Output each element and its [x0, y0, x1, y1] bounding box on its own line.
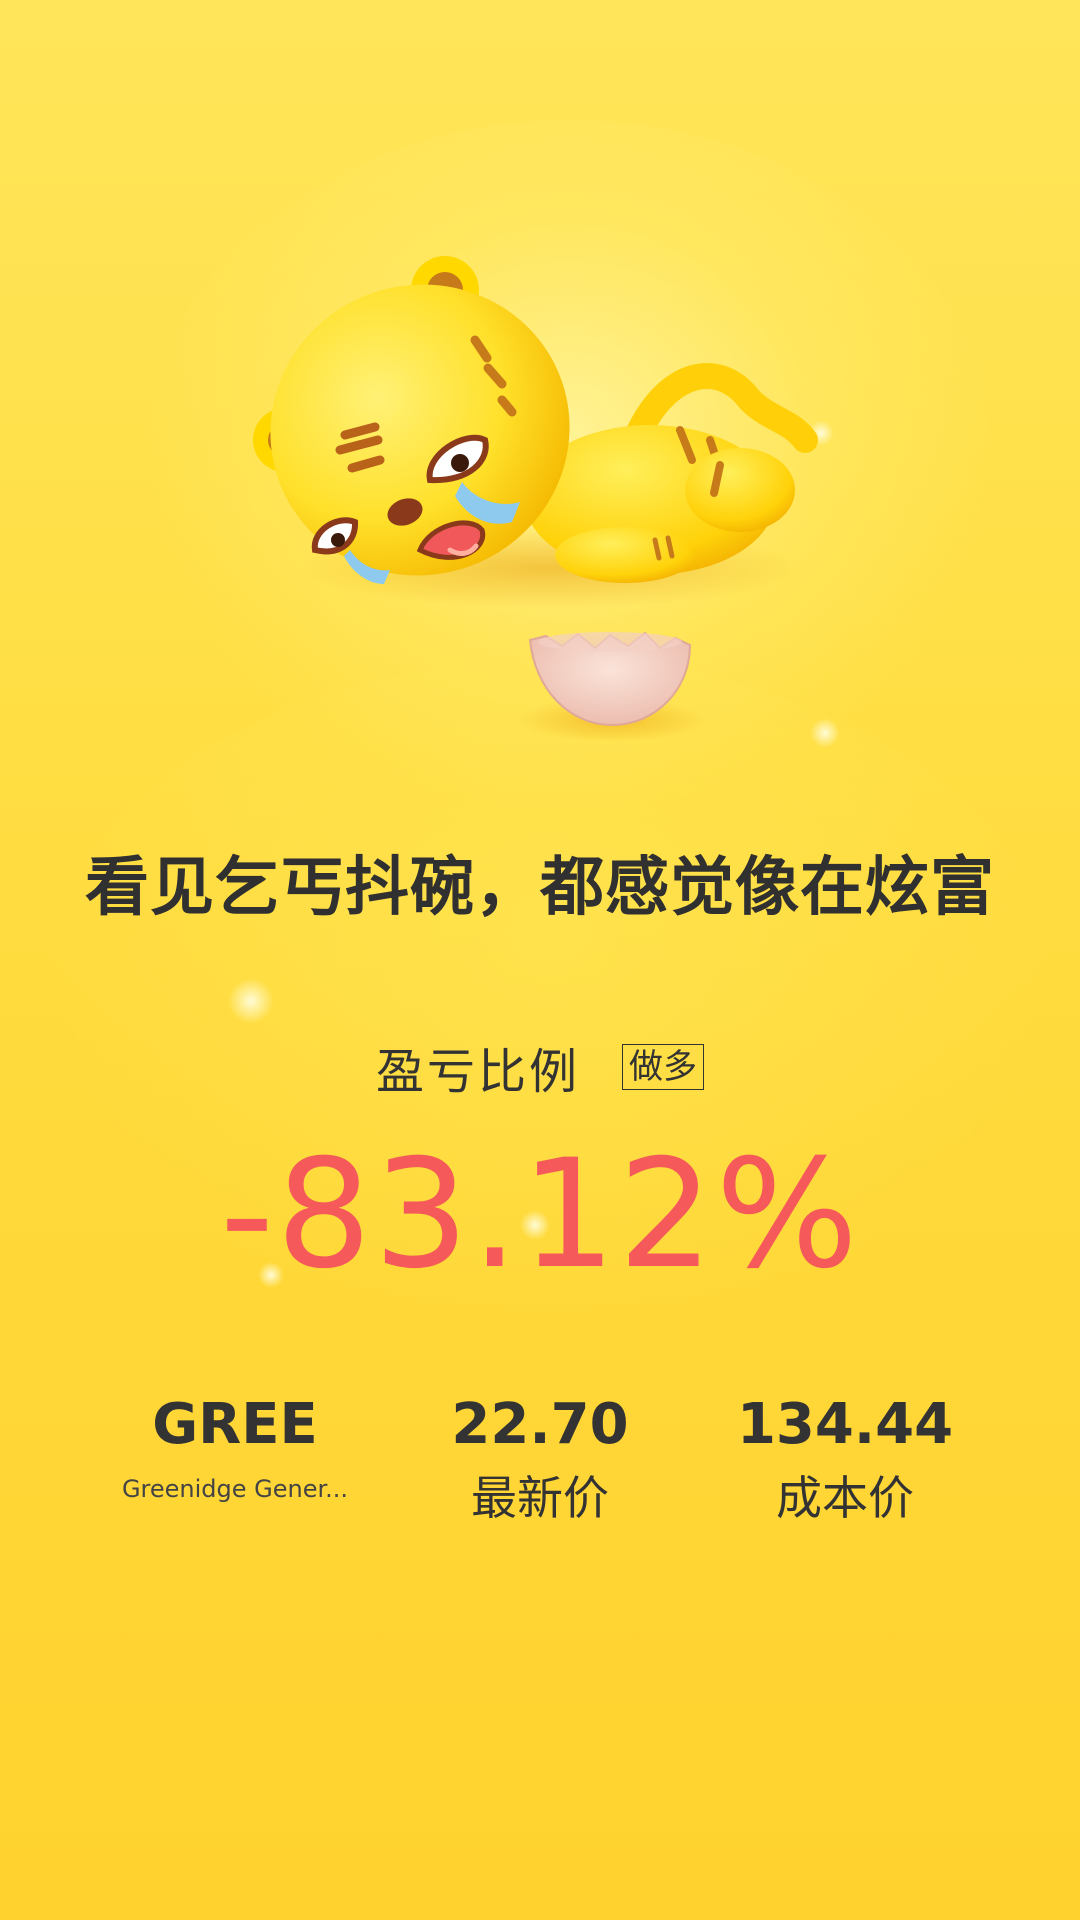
latest-price: 22.70 最新价: [380, 1390, 700, 1528]
pl-ratio-value: -83.12%: [219, 1128, 861, 1302]
cost-price: 134.44 成本价: [685, 1390, 1005, 1528]
cost-price-label: 成本价: [776, 1471, 914, 1525]
stock-name: Greenidge Gener...: [121, 1475, 349, 1503]
cost-price-value: 134.44: [736, 1392, 954, 1457]
share-card-screen: { "headline": "看见乞丐抖碗，都感觉像在炫富", "ratio":…: [0, 0, 1080, 1920]
crying-tiger-illustration: [250, 250, 830, 750]
pl-ratio-label: 盈亏比例: [375, 1044, 580, 1100]
latest-price-value: 22.70: [451, 1392, 629, 1457]
stock-ticker: GREE: [152, 1392, 318, 1457]
headline: 看见乞丐抖碗，都感觉像在炫富: [85, 851, 995, 925]
pl-ratio-row: 盈亏比例 做多: [0, 1032, 1080, 1102]
latest-price-label: 最新价: [471, 1471, 609, 1525]
direction-badge: 做多: [622, 1044, 704, 1090]
sparkle: [228, 978, 274, 1024]
stock-info: GREE Greenidge Gener...: [75, 1390, 395, 1504]
